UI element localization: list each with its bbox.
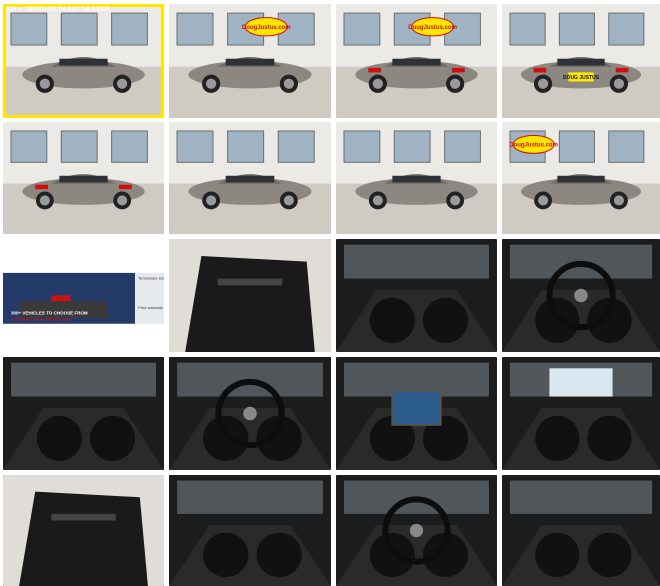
- promo-banner-text: 300 + VEHICLES $4,995 OR LESS: [6, 7, 110, 13]
- gallery-photo-exterior-front-right[interactable]: [336, 122, 497, 234]
- plate-text: DOUG JUSTUS: [563, 75, 600, 81]
- gallery-photo-exterior-front[interactable]: DougJustus.com: [502, 122, 660, 234]
- gallery-photo-exterior-rear-quarter[interactable]: [3, 122, 164, 234]
- gallery-photo-exterior-front-left[interactable]: 300 + VEHICLES $4,995 OR LESS: [3, 4, 164, 118]
- gallery-photo-exterior-profile[interactable]: [169, 122, 331, 234]
- gallery-photo-front-seats[interactable]: [336, 239, 497, 352]
- gallery-photo-rear-seats[interactable]: [169, 475, 331, 586]
- gallery-photo-exterior-rear-left[interactable]: DougJustus.com: [336, 4, 497, 118]
- gallery-photo-exterior-rear[interactable]: DOUG JUSTUS: [502, 4, 660, 118]
- gallery-photo-front-interior-passenger[interactable]: [3, 357, 164, 470]
- gallery-photo-driver-door-panel[interactable]: [169, 239, 331, 352]
- gallery-photo-infotainment-screen[interactable]: [336, 357, 497, 470]
- gallery-photo-rear-door-panel[interactable]: [3, 475, 164, 586]
- gallery-photo-sunroof[interactable]: [502, 357, 660, 470]
- dealer-logo-text: DougJustus.com: [509, 143, 558, 149]
- promo-headline: 300+ VEHICLES TO CHOOSE FROM: [11, 311, 88, 316]
- dealer-logo-text: DougJustus.com: [242, 25, 291, 31]
- dealer-logo-text: DougJustus.com: [408, 25, 457, 31]
- promo-subline: 100 VEHICLES $4,995 OR LESS: [11, 316, 71, 321]
- promo-side-mid: Free warranty on most cars: [138, 305, 164, 310]
- gallery-photo-cabin-overview[interactable]: [336, 475, 497, 586]
- gallery-photo-rear-seat-detail[interactable]: [502, 475, 660, 586]
- gallery-photo-steering-wheel[interactable]: [502, 239, 660, 352]
- gallery-photo-exterior-side-left[interactable]: DougJustus.com: [169, 4, 331, 118]
- gallery-photo-dashboard[interactable]: [169, 357, 331, 470]
- gallery-photo-dealership-promo[interactable]: 300+ VEHICLES TO CHOOSE FROM 100 VEHICLES…: [3, 239, 164, 352]
- promo-side-top: Tennessee Dealer: [138, 276, 164, 281]
- photo-gallery-grid: 300 + VEHICLES $4,995 OR LESS DougJustus.…: [0, 0, 660, 586]
